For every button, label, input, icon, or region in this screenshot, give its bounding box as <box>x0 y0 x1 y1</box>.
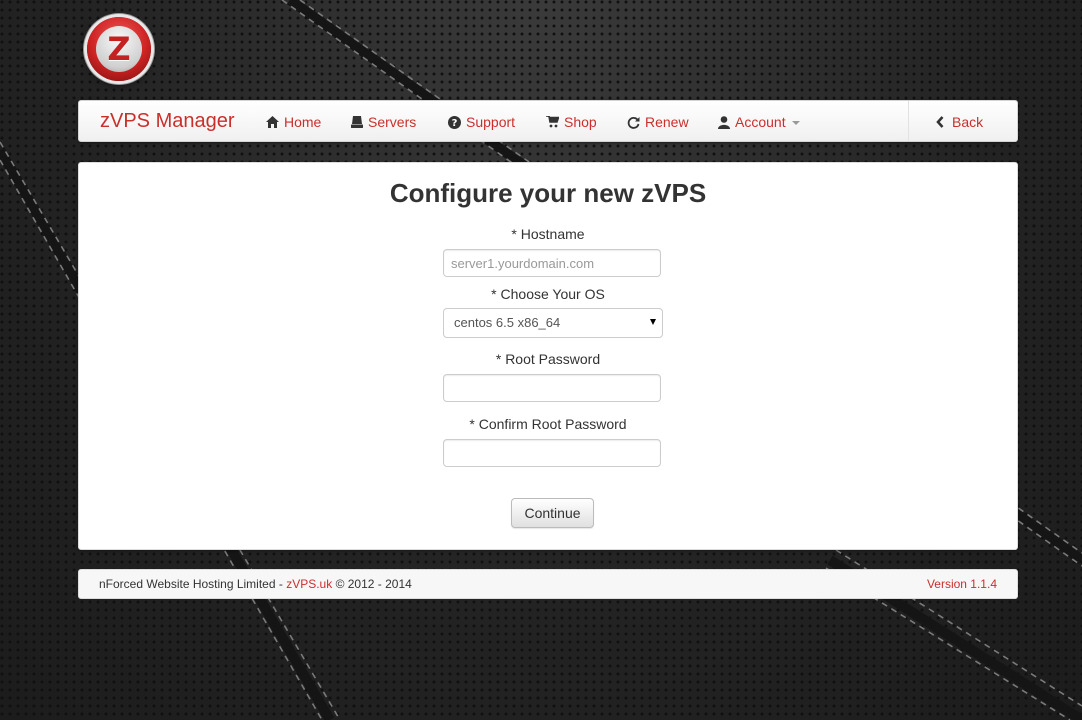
back-section: Back <box>908 101 1018 141</box>
footer-company: nForced Website Hosting Limited - <box>99 577 287 591</box>
nav-servers[interactable]: Servers <box>351 114 416 130</box>
nav-account[interactable]: Account <box>718 114 800 130</box>
page-title: Configure your new zVPS <box>389 178 707 208</box>
footer-copyright: nForced Website Hosting Limited - zVPS.u… <box>99 577 412 591</box>
navbar: zVPS Manager Home Servers ? Support Shop… <box>78 100 1018 142</box>
chevron-left-icon <box>936 116 944 128</box>
footer-site-link[interactable]: zVPS.uk <box>286 577 332 591</box>
root-password-label: * Root Password <box>495 351 601 367</box>
nav-support-label: Support <box>466 114 516 130</box>
cart-icon <box>546 116 559 128</box>
nav-renew-label: Renew <box>645 114 689 130</box>
nav-renew[interactable]: Renew <box>627 114 689 130</box>
os-select[interactable]: centos 6.5 x86_64 <box>443 308 663 338</box>
footer-version[interactable]: Version 1.1.4 <box>927 577 997 591</box>
nav-home[interactable]: Home <box>266 114 321 130</box>
os-selected-value: centos 6.5 x86_64 <box>454 315 561 330</box>
back-button[interactable]: Back <box>936 114 983 130</box>
user-icon <box>718 115 730 129</box>
dropdown-arrow-icon <box>650 319 656 325</box>
back-label: Back <box>952 114 984 130</box>
question-circle-icon: ? <box>448 115 461 129</box>
home-icon <box>266 116 279 128</box>
refresh-icon <box>627 116 640 129</box>
logo-letter: Z <box>96 26 142 72</box>
confirm-password-input[interactable] <box>443 439 661 467</box>
confirm-password-label: * Confirm Root Password <box>469 416 627 432</box>
svg-text:?: ? <box>452 118 458 129</box>
nav-support[interactable]: ? Support <box>448 114 515 130</box>
nav-servers-label: Servers <box>368 114 417 130</box>
caret-down-icon <box>791 121 800 125</box>
footer: nForced Website Hosting Limited - zVPS.u… <box>78 569 1018 599</box>
root-password-input[interactable] <box>443 374 661 402</box>
nav-account-label: Account <box>735 114 786 130</box>
hostname-input[interactable] <box>443 249 661 277</box>
nav-home-label: Home <box>284 114 322 130</box>
configure-panel: Configure your new zVPS * Hostname * Cho… <box>78 162 1018 550</box>
server-icon <box>351 116 363 128</box>
zvps-logo[interactable]: Z <box>87 17 151 81</box>
os-label: * Choose Your OS <box>491 286 605 302</box>
nav-shop[interactable]: Shop <box>546 114 597 130</box>
continue-button[interactable]: Continue <box>511 498 594 528</box>
nav-shop-label: Shop <box>564 114 597 130</box>
footer-years: © 2012 - 2014 <box>332 577 412 591</box>
hostname-label: * Hostname <box>511 226 585 242</box>
brand-link[interactable]: zVPS Manager <box>100 110 235 133</box>
